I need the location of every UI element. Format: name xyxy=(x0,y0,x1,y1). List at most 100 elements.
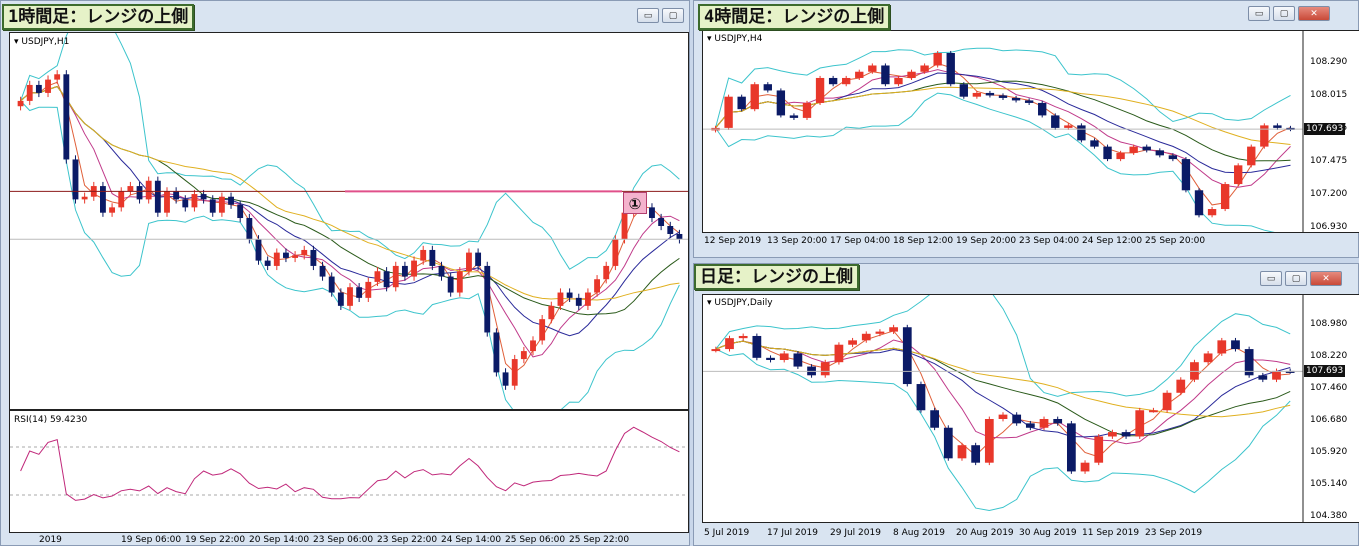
candle-body xyxy=(766,357,775,361)
candle-body xyxy=(667,226,674,234)
daily-y-tick-label: 105.140 xyxy=(1310,479,1348,489)
candle-body xyxy=(789,115,799,118)
candle-body xyxy=(649,207,655,219)
candle-body xyxy=(1064,125,1073,128)
h4-current-price-tag: 107.693 xyxy=(1304,123,1346,136)
candle-body xyxy=(1231,340,1240,350)
h1-rsi-panel[interactable]: RSI(14) 59.4230 xyxy=(9,410,689,533)
candle-body xyxy=(933,53,942,66)
candle-body xyxy=(520,351,527,360)
candle-body xyxy=(530,340,536,352)
daily-y-tick-label: 105.920 xyxy=(1310,447,1348,457)
candle-body xyxy=(1066,423,1076,472)
daily-y-tick-label: 108.980 xyxy=(1310,319,1348,329)
candle-body xyxy=(868,65,877,72)
maximize-icon[interactable]: ▢ xyxy=(1285,271,1307,286)
candle-body xyxy=(612,239,619,266)
candle-body xyxy=(1053,418,1063,424)
candle-body xyxy=(930,410,940,428)
candle-body xyxy=(100,186,106,213)
h1-x-tick-label: 23 Sep 06:00 xyxy=(313,535,374,545)
candle-body xyxy=(511,359,518,386)
candle-body xyxy=(972,92,982,97)
h4-window-controls: ▭ ▢ ✕ xyxy=(1248,6,1330,21)
h4-y-tick-label: 107.475 xyxy=(1310,156,1348,166)
bollinger-lower-line xyxy=(20,100,680,409)
h4-x-tick-label: 17 Sep 04:00 xyxy=(830,236,891,246)
candle-body xyxy=(1155,150,1164,156)
candle-body xyxy=(1011,97,1021,101)
candle-body xyxy=(200,194,207,200)
maximize-icon[interactable]: ▢ xyxy=(662,8,684,23)
h4-chart-window[interactable]: ▭ ▢ ✕ ▾ USDJPY,H4 108.290108.015107.7451… xyxy=(693,0,1359,258)
candle-body xyxy=(1025,423,1035,428)
candle-body xyxy=(776,90,786,116)
candle-body xyxy=(584,292,591,306)
daily-y-tick-label: 107.460 xyxy=(1310,383,1348,393)
candle-body xyxy=(1260,125,1269,147)
minimize-icon[interactable]: ▭ xyxy=(1248,6,1270,21)
candle-body xyxy=(750,84,759,110)
candle-body xyxy=(1039,418,1049,428)
candle-body xyxy=(17,100,24,107)
candle-body xyxy=(45,79,51,93)
candle-body xyxy=(1203,353,1213,363)
close-icon[interactable]: ✕ xyxy=(1310,271,1342,286)
h1-window-controls: ▭ ▢ xyxy=(637,8,684,23)
daily-x-tick-label: 23 Sep 2019 xyxy=(1145,528,1203,538)
candle-body xyxy=(1217,340,1227,354)
h1-x-tick-label: 24 Sep 14:00 xyxy=(441,535,502,545)
candle-body xyxy=(676,233,683,240)
candle-body xyxy=(1273,125,1282,128)
candle-body xyxy=(1080,462,1090,472)
h1-x-tick-label: 25 Sep 06:00 xyxy=(505,535,566,545)
candle-body xyxy=(916,384,926,411)
candle-body xyxy=(820,362,830,376)
daily-y-tick-label: 108.220 xyxy=(1310,351,1348,361)
h4-main-chart[interactable]: ▾ USDJPY,H4 108.290108.015107.745107.475… xyxy=(702,30,1359,233)
candle-body xyxy=(301,249,308,256)
h4-price-plot xyxy=(703,31,1304,232)
candle-body xyxy=(466,252,472,272)
candle-body xyxy=(881,65,890,85)
candle-body xyxy=(328,276,335,293)
candle-body xyxy=(1116,152,1125,160)
daily-chart-window[interactable]: ▭ ▢ ✕ ▾ USDJPY,Daily 108.980 108.220 107.4… xyxy=(693,263,1359,546)
moving-average-line-10 xyxy=(715,72,1291,174)
candle-body xyxy=(337,292,344,306)
h4-x-tick-label: 25 Sep 20:00 xyxy=(1145,236,1206,246)
close-icon[interactable]: ✕ xyxy=(1298,6,1330,21)
candle-body xyxy=(456,271,463,293)
candle-body xyxy=(81,196,88,200)
h1-x-tick-label: 2019 xyxy=(39,535,62,545)
bollinger-upper-line xyxy=(715,295,1291,397)
h4-x-tick-label: 12 Sep 2019 xyxy=(704,236,762,246)
candle-body xyxy=(998,414,1008,419)
daily-current-price-tag: 107.693 xyxy=(1304,365,1346,378)
daily-window-controls: ▭ ▢ ✕ xyxy=(1260,271,1342,286)
candle-body xyxy=(1272,370,1281,380)
candle-body xyxy=(548,305,555,320)
minimize-icon[interactable]: ▭ xyxy=(1260,271,1282,286)
candle-body xyxy=(1024,100,1034,103)
candle-body xyxy=(1176,379,1186,393)
candle-body xyxy=(310,249,317,266)
h1-main-chart[interactable]: ▾ USDJPY,H1 xyxy=(9,32,689,410)
candle-body xyxy=(902,327,912,385)
daily-x-tick-label: 30 Aug 2019 xyxy=(1019,528,1077,538)
maximize-icon[interactable]: ▢ xyxy=(1273,6,1295,21)
candle-body xyxy=(136,186,143,200)
daily-main-chart[interactable]: ▾ USDJPY,Daily 108.980 108.220 107.460 106.… xyxy=(702,294,1359,523)
candle-body xyxy=(557,292,564,306)
candle-body xyxy=(273,252,280,266)
h4-y-tick-label: 108.290 xyxy=(1310,57,1348,67)
h1-symbol-label: ▾ USDJPY,H1 xyxy=(14,37,70,47)
candle-body xyxy=(228,196,234,205)
candle-body xyxy=(1090,140,1099,147)
candle-body xyxy=(438,265,445,277)
minimize-icon[interactable]: ▭ xyxy=(637,8,659,23)
h1-marker-badge: ① xyxy=(623,192,647,214)
candle-body xyxy=(1051,115,1060,128)
h1-chart-window[interactable]: ▭ ▢ ▾ USDJPY,H1 ① RSI(14) 59.4230 2019 19… xyxy=(0,0,690,546)
candle-body xyxy=(711,349,721,352)
